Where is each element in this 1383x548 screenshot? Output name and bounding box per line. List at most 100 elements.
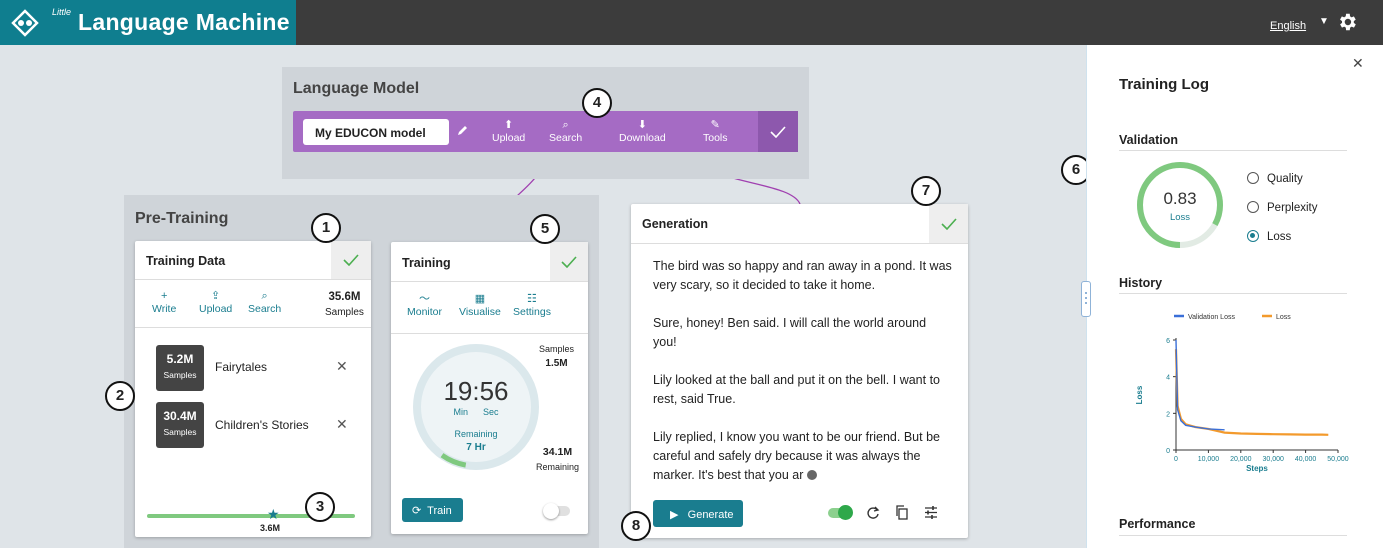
search-data-button[interactable]: ⌕ Search — [248, 289, 281, 315]
upload-data-button[interactable]: ⇪ Upload — [199, 289, 232, 315]
divider — [1119, 535, 1347, 536]
remove-dataset-button[interactable]: ✕ — [336, 358, 348, 375]
x-tick-label: 20,000 — [1230, 456, 1252, 463]
tune-icon[interactable] — [924, 506, 938, 519]
refresh-icon[interactable] — [866, 506, 880, 520]
settings-label: Settings — [513, 306, 551, 318]
radio-selected-icon — [1247, 230, 1259, 242]
settings-button[interactable]: ☷ Settings — [513, 292, 551, 318]
visualise-button[interactable]: ▦ Visualise — [459, 292, 501, 318]
search-button[interactable]: ⌕ Search — [549, 118, 582, 144]
language-label: English — [1270, 20, 1307, 32]
grip-icon — [1085, 292, 1087, 294]
performance-header: Performance — [1119, 517, 1196, 531]
upload-button[interactable]: ⬆ Upload — [492, 118, 525, 144]
remove-dataset-button[interactable]: ✕ — [336, 416, 348, 433]
callout-2: 2 — [105, 381, 135, 411]
x-tick-label: 10,000 — [1198, 456, 1220, 463]
training-data-title: Training Data — [146, 254, 226, 268]
x-tick-label: 0 — [1174, 456, 1178, 463]
generated-paragraph-text: Lily replied, I know you want to be our … — [653, 430, 940, 482]
dataset-size-unit: Samples — [163, 427, 197, 437]
pencil-icon[interactable] — [457, 124, 469, 136]
training-check-button[interactable] — [550, 242, 588, 281]
divider — [135, 327, 371, 328]
copy-icon[interactable] — [895, 505, 909, 520]
download-label: Download — [619, 132, 666, 144]
dataset-size-unit: Samples — [163, 370, 197, 380]
validation-value: 0.83 — [1163, 189, 1197, 208]
radio-icon — [1247, 201, 1259, 213]
train-label: Train — [427, 505, 452, 517]
x-tick-label: 30,000 — [1262, 456, 1284, 463]
generated-paragraph: The bird was so happy and ran away in a … — [653, 259, 952, 292]
remaining-value: 7 Hr — [466, 442, 486, 453]
plus-icon: + — [160, 290, 168, 302]
upload-data-label: Upload — [199, 303, 233, 315]
model-check-button[interactable] — [758, 111, 798, 152]
gauge-readout: 0.83 Loss — [1136, 189, 1224, 223]
monitor-button[interactable]: 〜 Monitor — [407, 292, 442, 318]
visualise-label: Visualise — [459, 306, 501, 318]
upload-label: Upload — [492, 132, 526, 144]
legend-label: Loss — [1276, 314, 1291, 321]
training-data-check-button[interactable] — [331, 241, 371, 279]
slider-value-label: 3.6M — [260, 523, 281, 533]
model-name-field[interactable]: My EDUCON model — [303, 119, 449, 145]
timer: 19:56 — [443, 376, 509, 406]
search-label: Search — [549, 132, 583, 144]
min-label: Min — [453, 407, 468, 417]
monitor-icon: 〜 — [419, 293, 430, 305]
samples-remaining-value: 34.1M — [542, 446, 573, 458]
pretraining-header: Pre-Training — [135, 210, 229, 227]
write-button[interactable]: + Write — [152, 289, 176, 315]
callout-8: 8 — [621, 511, 651, 541]
sec-label: Sec — [483, 407, 499, 417]
radio-icon — [1247, 172, 1259, 184]
file-upload-icon: ⇪ — [211, 290, 221, 302]
dataset-name: Children's Stories — [215, 418, 309, 432]
download-icon: ⬇ — [637, 119, 647, 131]
generation-check-button[interactable] — [929, 204, 968, 243]
radio-perplexity[interactable]: Perplexity — [1247, 201, 1318, 214]
tools-label: Tools — [703, 132, 728, 144]
generated-paragraph: Lily replied, I know you want to be our … — [653, 428, 953, 485]
callout-1: 1 — [311, 213, 341, 243]
monitor-label: Monitor — [407, 306, 443, 318]
generate-toggle[interactable] — [828, 505, 853, 520]
radio-quality[interactable]: Quality — [1247, 172, 1303, 185]
y-tick-label: 4 — [1166, 375, 1170, 382]
check-icon — [940, 217, 957, 230]
download-button[interactable]: ⬇ Download — [619, 118, 666, 144]
panel-resize-handle[interactable] — [1081, 281, 1091, 317]
remaining-label: Remaining — [454, 429, 498, 439]
check-icon — [770, 125, 786, 138]
tools-button[interactable]: ✎ Tools — [703, 118, 728, 144]
visualise-icon: ▦ — [474, 293, 486, 305]
train-button[interactable]: ⟳ Train — [402, 498, 463, 522]
language-selector[interactable]: English ▼ — [1270, 16, 1329, 32]
gear-icon[interactable] — [1336, 11, 1358, 33]
upload-icon: ⬆ — [504, 119, 514, 131]
close-icon[interactable]: ✕ — [1352, 55, 1364, 72]
series-line — [1175, 339, 1225, 431]
x-tick-label: 50,000 — [1327, 456, 1349, 463]
x-axis-label: Steps — [1246, 464, 1268, 473]
training-data-card: Training Data + Write ⇪ Upload ⌕ Search … — [135, 241, 371, 537]
divider — [391, 281, 588, 282]
training-log-title: Training Log — [1119, 76, 1209, 93]
y-tick-label: 0 — [1166, 448, 1170, 455]
write-label: Write — [152, 303, 177, 315]
history-header: History — [1119, 276, 1163, 290]
y-tick-label: 6 — [1166, 338, 1170, 345]
radio-loss[interactable]: Loss — [1247, 230, 1291, 243]
generate-button[interactable]: ▶ Generate — [653, 500, 743, 527]
dataset-size-value: 30.4M — [163, 409, 197, 423]
divider — [135, 279, 371, 280]
generation-title: Generation — [642, 217, 708, 231]
generate-label: Generate — [687, 509, 734, 521]
train-toggle[interactable] — [543, 503, 570, 519]
generated-text[interactable]: The bird was so happy and ran away in a … — [653, 257, 953, 485]
star-icon[interactable]: ★ — [267, 506, 280, 523]
series-line — [1174, 349, 1329, 436]
